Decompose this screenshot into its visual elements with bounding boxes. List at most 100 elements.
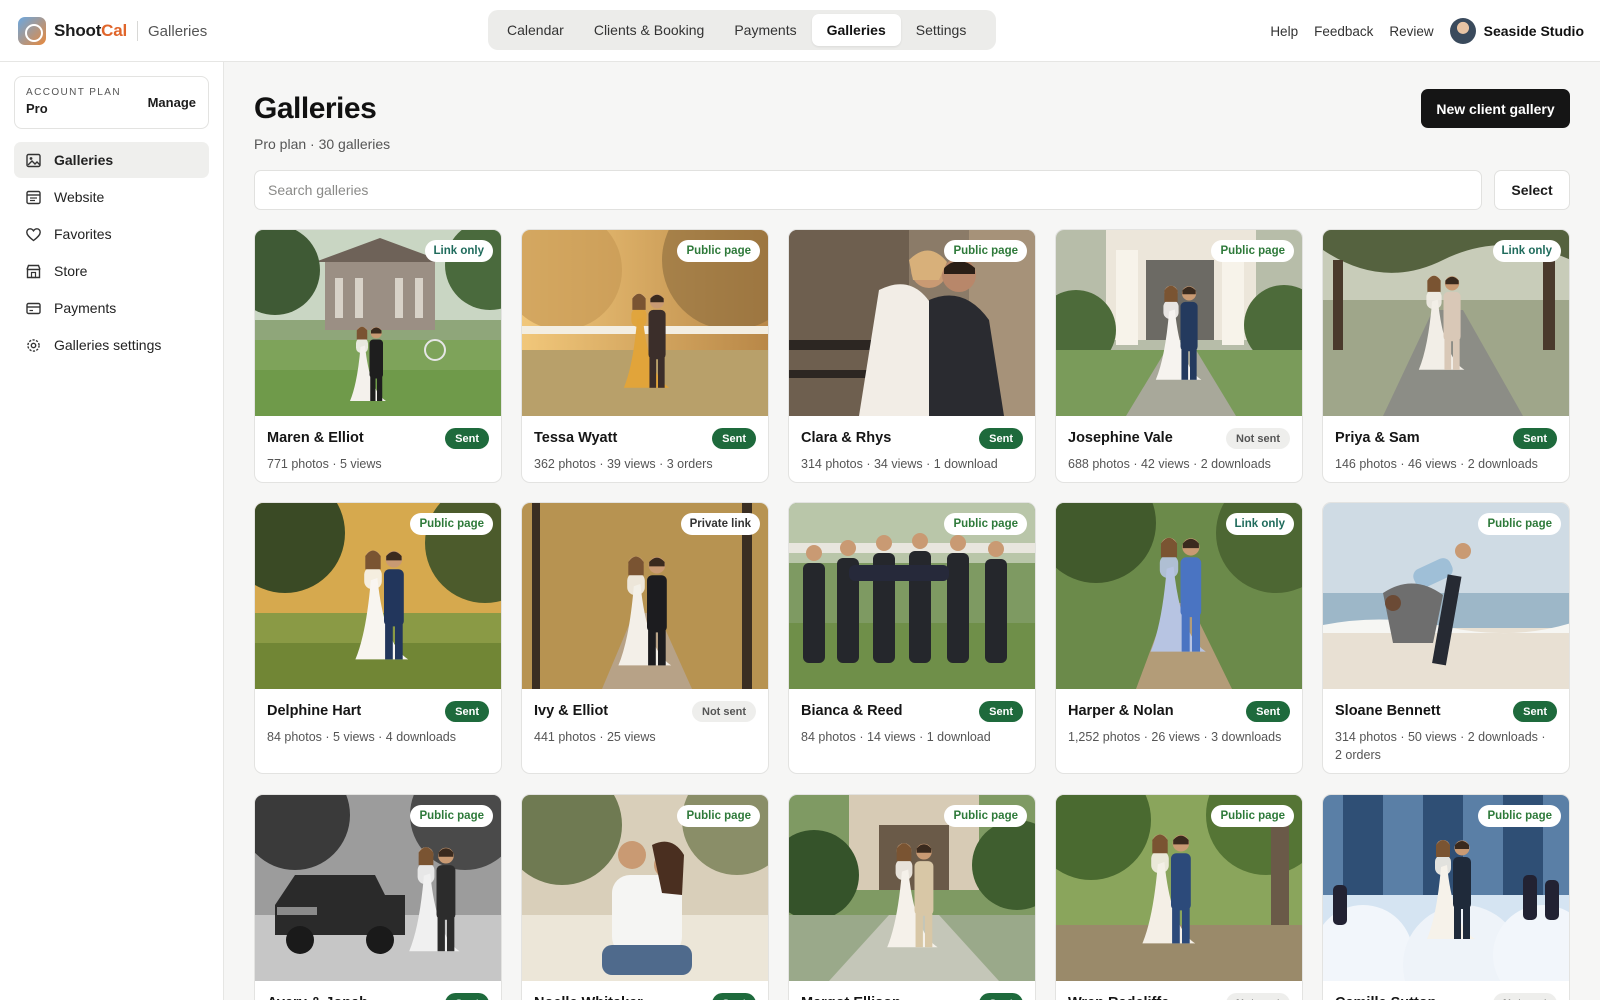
gallery-cover-photo: Link only: [255, 230, 501, 416]
app-name: ShootCal: [54, 21, 127, 41]
manage-plan-button[interactable]: Manage: [148, 95, 196, 110]
app-name-part1: Shoot: [54, 21, 102, 40]
gallery-stats: 314 photos · 34 views · 1 download: [801, 457, 998, 471]
gallery-cover-photo: Public page: [1323, 503, 1569, 689]
gallery-stats: 1,252 photos · 26 views · 3 downloads: [1068, 730, 1282, 744]
gallery-card[interactable]: Public page Clara & Rhys Sent 314 photos · …: [788, 229, 1036, 483]
status-badge: Sent: [445, 701, 489, 722]
visibility-badge: Link only: [1492, 240, 1561, 262]
gallery-cover-photo: Public page: [255, 503, 501, 689]
gallery-card[interactable]: Public pageWren RadcliffeNot sent: [1055, 794, 1303, 1000]
sidebar-item-label: Galleries: [54, 152, 114, 168]
visibility-badge: Public page: [677, 805, 760, 827]
visibility-badge: Link only: [1225, 513, 1294, 535]
status-badge: Not sent: [692, 701, 756, 722]
sidebar-nav: Galleries Website Favorites Store Payments Ga…: [14, 142, 209, 363]
status-badge: Sent: [445, 428, 489, 449]
sidebar-item-galleries[interactable]: Galleries: [14, 142, 209, 178]
visibility-badge: Public page: [410, 805, 493, 827]
gallery-card[interactable]: Public pageNoelle WhitakerSent: [521, 794, 769, 1000]
gallery-stats: 314 photos · 50 views · 2 downloads · 2 …: [1335, 730, 1546, 762]
gallery-cover-photo: Public page: [1056, 795, 1302, 981]
visibility-badge: Link only: [424, 240, 493, 262]
visibility-badge: Public page: [944, 240, 1027, 262]
status-badge: Not sent: [1226, 428, 1290, 449]
gallery-stats: 84 photos · 14 views · 1 download: [801, 730, 991, 744]
status-badge: Sent: [979, 701, 1023, 722]
tab-clients-booking[interactable]: Clients & Booking: [579, 14, 720, 46]
gallery-card[interactable]: Public pageAvery & JonahSent: [254, 794, 502, 1000]
gallery-card[interactable]: Public page Bianca & Reed Sent 84 photos · …: [788, 502, 1036, 774]
status-badge: Sent: [1246, 701, 1290, 722]
tab-settings[interactable]: Settings: [901, 14, 982, 46]
sidebar-item-favorites[interactable]: Favorites: [14, 216, 209, 252]
gallery-card[interactable]: Public pageMargot EllisonSent: [788, 794, 1036, 1000]
status-badge: Sent: [979, 993, 1023, 1000]
tab-calendar[interactable]: Calendar: [492, 14, 579, 46]
gallery-stats: 84 photos · 5 views · 4 downloads: [267, 730, 456, 744]
top-links: Help Feedback Review Seaside Studio: [1270, 16, 1584, 46]
website-icon: [26, 190, 41, 204]
gallery-stats: 362 photos · 39 views · 3 orders: [534, 457, 713, 471]
gallery-cover-photo: Private link: [522, 503, 768, 689]
gallery-card[interactable]: Public page Sloane Bennett Sent 314 photos …: [1322, 502, 1570, 774]
avatar[interactable]: [1449, 18, 1476, 44]
visibility-badge: Public page: [677, 240, 760, 262]
gallery-card[interactable]: Link only Harper & Nolan Sent 1,252 photos …: [1055, 502, 1303, 774]
gallery-card[interactable]: Public page Delphine Hart Sent 84 photos · …: [254, 502, 502, 774]
gallery-card[interactable]: Public page Josephine Vale Not sent 688 pho…: [1055, 229, 1303, 483]
main-nav-tabs: Calendar Clients & Booking Payments Galleri…: [488, 10, 996, 50]
gallery-card[interactable]: Private link Ivy & Elliot Not sent 441 phot…: [521, 502, 769, 774]
page-subtitle: Pro plan · 30 galleries: [254, 136, 391, 152]
gallery-icon: [26, 153, 41, 167]
logo-icon: [18, 17, 46, 45]
gallery-cover-photo: Public page: [789, 230, 1035, 416]
sidebar-item-label: Website: [54, 189, 105, 205]
gallery-cover-photo: Public page: [255, 795, 501, 981]
sidebar-item-label: Payments: [54, 300, 117, 316]
status-badge: Sent: [445, 993, 489, 1000]
visibility-badge: Public page: [1211, 805, 1294, 827]
card-icon: [26, 302, 41, 314]
gallery-card[interactable]: Link only Priya & Sam Sent 146 photos · 46 …: [1322, 229, 1570, 483]
status-badge: Not sent: [1226, 993, 1290, 1000]
app-name-part2: Cal: [101, 21, 128, 40]
status-badge: Sent: [1513, 428, 1557, 449]
sidebar-item-label: Galleries settings: [54, 337, 162, 353]
gallery-card[interactable]: Public pageCamille SuttonNot sent: [1322, 794, 1570, 1000]
gallery-card[interactable]: Public page Tessa Wyatt Sent 362 photos · 3…: [521, 229, 769, 483]
status-badge: Sent: [712, 993, 756, 1000]
gallery-stats: 441 photos · 25 views: [534, 730, 656, 744]
feedback-link[interactable]: Feedback: [1314, 24, 1373, 39]
status-badge: Sent: [1513, 701, 1557, 722]
gallery-stats: 771 photos · 5 views: [267, 457, 382, 471]
sidebar-item-label: Store: [54, 263, 88, 279]
new-client-gallery-button[interactable]: New client gallery: [1421, 89, 1570, 128]
visibility-badge: Public page: [944, 513, 1027, 535]
gallery-cover-photo: Link only: [1323, 230, 1569, 416]
search-input[interactable]: [254, 170, 1482, 210]
sidebar-item-galleries-settings[interactable]: Galleries settings: [14, 327, 209, 363]
gallery-card[interactable]: Link only Maren & Elliot Sent 771 photos · …: [254, 229, 502, 483]
visibility-badge: Public page: [410, 513, 493, 535]
gallery-cover-photo: Public page: [1056, 230, 1302, 416]
sidebar-item-label: Favorites: [54, 226, 112, 242]
brand[interactable]: ShootCal Galleries: [18, 15, 207, 47]
select-button[interactable]: Select: [1494, 170, 1570, 210]
help-link[interactable]: Help: [1270, 24, 1298, 39]
review-link[interactable]: Review: [1389, 24, 1433, 39]
sidebar-item-website[interactable]: Website: [14, 179, 209, 215]
tab-payments[interactable]: Payments: [719, 14, 811, 46]
brand-divider: [137, 21, 139, 41]
status-badge: Not sent: [1493, 993, 1557, 1000]
gallery-cover-photo: Link only: [1056, 503, 1302, 689]
sidebar-item-payments[interactable]: Payments: [14, 290, 209, 326]
gallery-cover-photo: Public page: [789, 503, 1035, 689]
sidebar-item-store[interactable]: Store: [14, 253, 209, 289]
gallery-stats: 146 photos · 46 views · 2 downloads: [1335, 457, 1538, 471]
heart-icon: [26, 227, 41, 241]
studio-name[interactable]: Seaside Studio: [1484, 23, 1584, 39]
gallery-cover-photo: Public page: [789, 795, 1035, 981]
main-content: Galleries Pro plan · 30 galleries New cl…: [254, 62, 1570, 1000]
tab-galleries[interactable]: Galleries: [811, 14, 901, 46]
